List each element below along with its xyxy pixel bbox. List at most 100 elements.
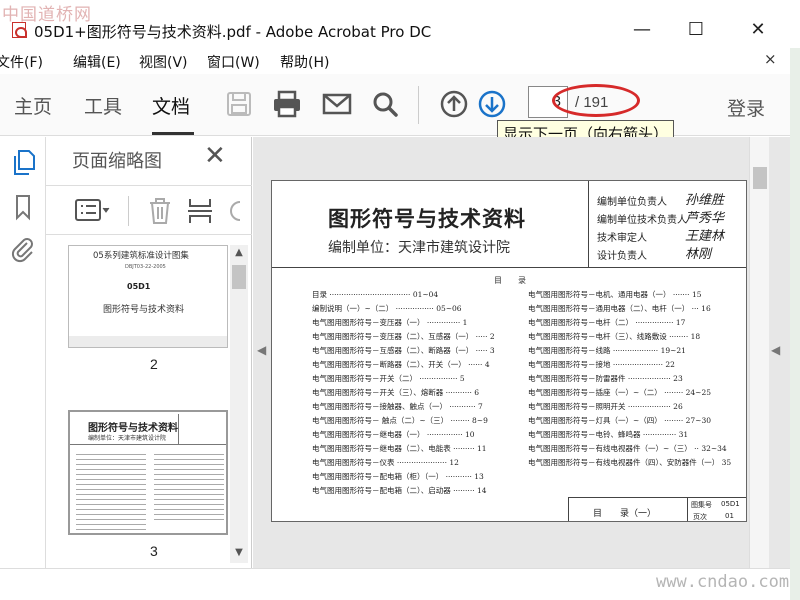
thumb-subtitle: 图形符号与技术资料: [103, 305, 185, 315]
tab-tools[interactable]: 工具: [84, 92, 122, 119]
document-scrollbar[interactable]: [749, 137, 769, 568]
menu-view[interactable]: 视图(V): [139, 52, 188, 72]
menu-window[interactable]: 窗口(W): [207, 52, 260, 72]
save-icon[interactable]: [222, 88, 256, 120]
toc-entry: 电气图用图形符号－通用电器（二）、电杆（一） ··· 16: [528, 304, 711, 313]
toc-entry: 电气图用图形符号－插座（一）~（二） ········ 24~25: [528, 388, 711, 397]
toc-entry: 电气图用图形符号－接地 ····················· 22: [528, 360, 675, 369]
signature: 芦秀华: [685, 211, 725, 226]
search-icon[interactable]: [368, 88, 402, 120]
page-divider: [272, 267, 746, 268]
title-block-label: 目 录（一）: [593, 509, 657, 519]
thumb-name: 05D1: [127, 282, 151, 291]
menu-edit[interactable]: 编辑(E): [73, 52, 121, 72]
menu-file[interactable]: 文件(F): [0, 52, 43, 72]
toolbar-separator: [418, 86, 419, 124]
page-thumbnails-panel: 页面缩略图 ✕ 05系列建筑标准设计图集 DBJT03-22-2005 05D1: [46, 137, 252, 568]
toc-entry: 电气图用图形符号－断路器（二）、开关（一） ······ 4: [312, 360, 490, 369]
toc-entry: 电气图用图形符号－开关（三）、熔断器 ··········· 6: [312, 388, 480, 397]
delete-icon[interactable]: [146, 196, 174, 226]
options-icon[interactable]: [74, 196, 114, 224]
tab-home[interactable]: 主页: [14, 92, 52, 119]
thumbnail-page-label: 2: [150, 356, 158, 372]
close-window-button[interactable]: ✕: [738, 18, 778, 42]
signature: 王建林: [685, 229, 725, 244]
toc-entry: 电气图用图形符号－开关（二） ················ 5: [312, 374, 465, 383]
next-page-icon[interactable]: [475, 88, 509, 120]
expand-right-panel-icon[interactable]: ◀: [771, 343, 780, 357]
panel-title: 页面缩略图: [72, 151, 162, 172]
scroll-thumb[interactable]: [232, 265, 246, 289]
page-value: 01: [725, 512, 734, 520]
toc-entry: 电气图用图形符号－线路 ··················· 19~21: [528, 346, 686, 355]
atlas-number-value: 05D1: [721, 500, 740, 508]
page-label: 页次: [693, 513, 707, 521]
tab-document[interactable]: 文档: [152, 92, 190, 119]
toc-entry: 电气图用图形符号－防雷器件 ·················· 23: [528, 374, 683, 383]
thumbnail-toolbar: [46, 185, 252, 235]
toc-entry: 电气图用图形符号－电机、通用电器（一） ······· 15: [528, 290, 702, 299]
rotate-icon[interactable]: [226, 196, 246, 226]
toc-entry: 电气图用图形符号－接触器、触点（一） ··········· 7: [312, 402, 483, 411]
print-icon[interactable]: [270, 88, 304, 120]
pages-icon[interactable]: [10, 149, 36, 177]
page-heading: 图形符号与技术资料: [328, 206, 526, 231]
minimize-button[interactable]: —: [622, 18, 662, 42]
pdf-file-icon: [12, 22, 27, 38]
role-label: 编制单位负责人: [597, 197, 667, 208]
scroll-up-icon[interactable]: ▲: [230, 247, 248, 258]
active-tab-indicator: [152, 132, 194, 135]
toc-entry: 电气图用图形符号－继电器（二）、电能表 ········· 11: [312, 444, 487, 453]
toc-entry: 电气图用图形符号－电杆（二） ················ 17: [528, 318, 686, 327]
collapse-left-panel-icon[interactable]: ◀: [257, 343, 266, 357]
thumb-header: 05系列建筑标准设计图集: [93, 251, 189, 261]
toc-entry: 电气图用图形符号－变压器（一） ·············· 1: [312, 318, 468, 327]
toc-entry: 电气图用图形符号－电铃、蜂鸣器 ·············· 31: [528, 430, 689, 439]
close-document-icon[interactable]: ×: [764, 50, 777, 68]
toc-entry: 电气图用图形符号－照明开关 ·················· 26: [528, 402, 683, 411]
panel-close-icon[interactable]: ✕: [204, 141, 226, 171]
toc-entry: 电气图用图形符号－互感器（二）、断路器（一） ····· 3: [312, 346, 495, 355]
title-bar: 中国道桥网 05D1+图形符号与技术资料.pdf - Adobe Acrobat…: [0, 0, 800, 46]
toc-entry: 电气图用图形符号－继电器（一） ··············· 10: [312, 430, 475, 439]
insert-page-icon[interactable]: [186, 196, 214, 226]
document-scroll-thumb[interactable]: [753, 167, 767, 189]
toc-entry: 电气图用图形符号－有线电视器件（一）~（三） ·· 32~34: [528, 444, 727, 453]
toc-entry: 目录 ·································· 01…: [312, 290, 439, 299]
email-icon[interactable]: [320, 88, 354, 120]
toc-entry: 电气图用图形符号－仪表 ····················· 12: [312, 458, 459, 467]
left-navigation-strip: [0, 137, 46, 568]
login-button[interactable]: 登录: [727, 94, 765, 121]
thumb-toc-right: [154, 450, 224, 524]
attachment-icon[interactable]: [10, 235, 36, 263]
toc-entry: 电气图用图形符号－灯具（一）~（四） ········ 27~30: [528, 416, 711, 425]
thumb-bottom-band: [69, 336, 227, 347]
thumbnail-page-3[interactable]: 图形符号与技术资料 编制单位：天津市建筑设计院: [68, 410, 228, 535]
role-label: 设计负责人: [597, 251, 647, 262]
tool-separator: [128, 196, 129, 226]
thumb-code: DBJT03-22-2005: [125, 264, 166, 270]
window-title: 05D1+图形符号与技术资料.pdf - Adobe Acrobat Pro D…: [34, 23, 432, 41]
maximize-button[interactable]: ☐: [676, 18, 716, 42]
menu-help[interactable]: 帮助(H): [280, 52, 329, 72]
toc-entry: 电气图用图形符号－电杆（三）、线路敷设 ········ 18: [528, 332, 701, 341]
toc-entry: 电气图用图形符号－ 触点（二）~（三） ········ 8~9: [312, 416, 488, 425]
toc-heading: 目 录: [494, 276, 526, 285]
scroll-down-icon[interactable]: ▼: [230, 547, 248, 558]
thumbnail-page-label: 3: [150, 543, 158, 559]
thumbnail-scrollbar[interactable]: ▲ ▼: [230, 245, 248, 563]
thumb-title: 图形符号与技术资料: [88, 423, 178, 434]
thumbnail-page-2[interactable]: 05系列建筑标准设计图集 DBJT03-22-2005 05D1 图形符号与技术…: [68, 245, 228, 348]
toc-entry: 电气图用图形符号－有线电视器件（四）、安防器件（一） 35: [528, 458, 732, 467]
document-viewer: ◀ 图形符号与技术资料 编制单位：天津市建筑设计院 编制单位负责人 孙维胜 编制…: [253, 137, 790, 568]
role-label: 编制单位技术负责人: [597, 215, 687, 226]
window-right-border: [790, 48, 800, 600]
atlas-number-label: 图集号: [691, 501, 712, 509]
signature-block: 编制单位负责人 孙维胜 编制单位技术负责人 芦秀华 技术审定人 王建林 设计负责…: [588, 181, 746, 267]
thumb-toc-left: [76, 450, 146, 530]
toc-entry: 电气图用图形符号－配电箱（柜）（一） ··········· 13: [312, 472, 484, 481]
bookmark-icon[interactable]: [10, 193, 36, 221]
previous-page-icon[interactable]: [437, 88, 471, 120]
toc-entry: 电气图用图形符号－配电箱（二）、启动器 ········· 14: [312, 486, 487, 495]
signature: 林刚: [685, 247, 712, 262]
